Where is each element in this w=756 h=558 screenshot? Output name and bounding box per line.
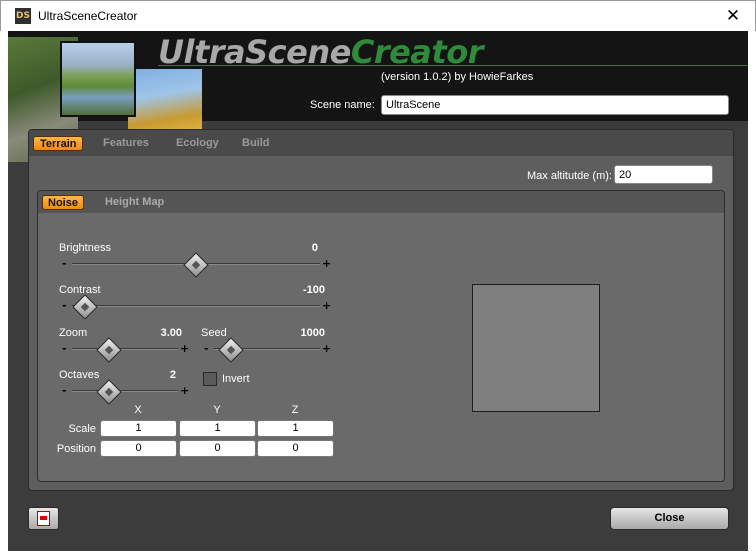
max-altitude-input[interactable] [614,165,713,184]
contrast-minus[interactable]: - [62,300,67,311]
window-close-icon[interactable]: ✕ [711,1,755,32]
seed-minus[interactable]: - [204,343,209,354]
app-icon: DS [15,8,31,24]
contrast-value: -100 [302,284,325,296]
position-z-field[interactable]: 0 [257,440,334,457]
octaves-plus[interactable]: + [180,385,189,396]
close-button[interactable]: Close [610,507,729,530]
dialog-client-area: UltraSceneCreator (version 1.0.2) by How… [8,31,748,551]
max-altitude-label: Max altitutde (m): [527,170,612,182]
window-frame-left [0,31,8,551]
octaves-slider-track[interactable] [72,390,178,392]
scale-x-field[interactable]: 1 [100,420,177,437]
tab-features[interactable]: Features [103,136,149,151]
banner: UltraSceneCreator (version 1.0.2) by How… [8,31,748,162]
tab-ecology[interactable]: Ecology [176,136,219,151]
banner-photo-river [60,41,136,117]
logo-underline [158,65,748,66]
subtab-height-map[interactable]: Height Map [105,195,164,210]
octaves-slider-handle[interactable] [96,379,122,405]
brightness-plus[interactable]: + [322,258,331,269]
contrast-slider-handle[interactable] [72,294,98,320]
seed-label: Seed [201,327,227,339]
window-titlebar: DS UltraSceneCreator ✕ [0,0,756,31]
contrast-label: Contrast [59,284,101,296]
window-title: UltraSceneCreator [38,9,138,23]
position-x-field[interactable]: 0 [100,440,177,457]
zoom-slider-handle[interactable] [96,337,122,363]
zoom-minus[interactable]: - [62,343,67,354]
window-frame-bottom [0,551,756,558]
octaves-label: Octaves [59,369,100,381]
axis-header-x: X [134,404,142,416]
contrast-slider-track[interactable] [72,305,320,307]
noise-subpanel: Noise Height Map Brightness 0 - + Contra… [37,190,725,482]
octaves-minus[interactable]: - [62,385,67,396]
zoom-label: Zoom [59,327,88,339]
brightness-value: 0 [311,242,318,254]
brightness-label: Brightness [59,242,111,254]
window-frame-right [748,31,756,551]
scale-z-field[interactable]: 1 [257,420,334,437]
sub-tabbar: Noise Height Map [38,191,724,213]
main-panel: Terrain Features Ecology Build Max altit… [28,129,734,491]
position-label: Position [56,443,96,455]
axis-header-y: Y [213,404,221,416]
seed-slider-handle[interactable] [218,337,244,363]
version-text: (version 1.0.2) by HowieFarkes [381,71,534,83]
seed-plus[interactable]: + [322,343,331,354]
seed-value: 1000 [300,327,325,339]
pdf-icon [37,511,50,526]
octaves-value: 2 [169,369,176,381]
subtab-noise[interactable]: Noise [42,195,84,210]
scale-y-field[interactable]: 1 [179,420,256,437]
zoom-plus[interactable]: + [180,343,189,354]
position-y-field[interactable]: 0 [179,440,256,457]
contrast-plus[interactable]: + [322,300,331,311]
scene-name-input[interactable] [381,95,729,115]
main-tabbar: Terrain Features Ecology Build [29,130,733,156]
tab-terrain[interactable]: Terrain [33,136,84,151]
brightness-minus[interactable]: - [62,258,67,269]
brightness-slider-handle[interactable] [183,252,209,278]
scale-label: Scale [68,423,96,435]
help-pdf-button[interactable] [28,507,59,530]
tab-build[interactable]: Build [242,136,270,151]
invert-checkbox[interactable] [203,372,217,386]
axis-header-z: Z [291,404,299,416]
zoom-value: 3.00 [160,327,182,339]
invert-label: Invert [222,373,250,385]
scene-name-label: Scene name: [310,99,375,111]
noise-preview-image [472,284,600,412]
zoom-slider-track[interactable] [72,348,178,350]
